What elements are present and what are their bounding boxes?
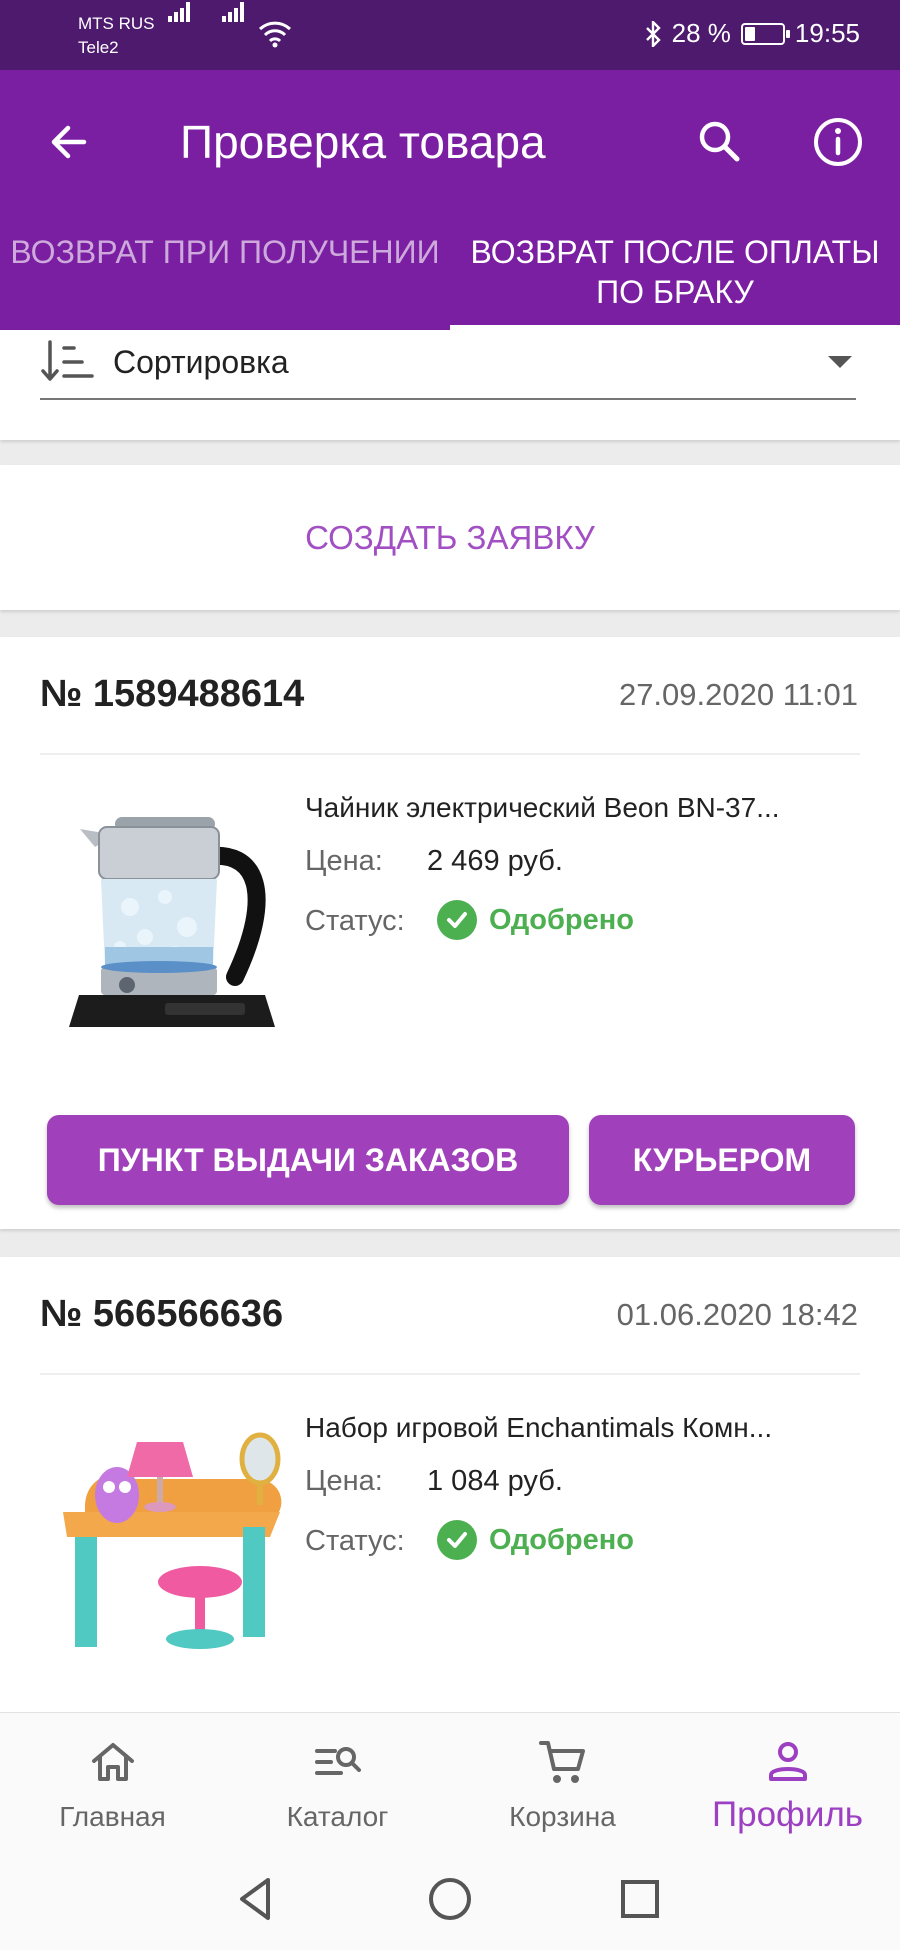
nav-label: Главная <box>59 1801 166 1832</box>
page-title: Проверка товара <box>180 116 546 168</box>
kettle-image[interactable] <box>55 787 295 1047</box>
order-number: № 1589488614 <box>40 673 305 715</box>
profile-icon <box>769 1742 807 1781</box>
order-number: № 566566636 <box>40 1293 284 1335</box>
bluetooth-icon <box>645 20 661 47</box>
order-card: № 566566636 01.06.2020 18:42 Набор игров… <box>0 1257 900 1717</box>
home-icon <box>92 1743 134 1781</box>
sort-icon <box>41 340 94 381</box>
order-date: 27.09.2020 11:01 <box>618 677 858 712</box>
app-bar: Проверка товара Возврат при получении Во… <box>0 70 900 330</box>
status-badge: Одобрено <box>437 900 634 940</box>
chevron-down-icon <box>828 356 852 368</box>
sort-label: Сортировка <box>113 344 289 380</box>
toy-vanity-set-image[interactable] <box>55 1407 295 1667</box>
info-button[interactable] <box>808 112 868 172</box>
cart-icon <box>539 1741 585 1783</box>
carrier-name-2: Tele2 <box>78 38 119 57</box>
search-button[interactable] <box>690 112 750 172</box>
status-badge: Одобрено <box>437 1520 634 1560</box>
search-icon <box>699 121 740 162</box>
divider <box>40 1373 860 1375</box>
tab-return-after-payment[interactable]: Возврат после оплаты по браку <box>450 232 900 330</box>
system-navigation-bar <box>0 1852 900 1950</box>
home-circle-icon[interactable] <box>425 1874 475 1924</box>
nav-profile[interactable]: Профиль <box>675 1713 900 1853</box>
sort-panel: Сортировка <box>0 330 900 440</box>
tab-return-on-receipt[interactable]: Возврат при получении <box>0 232 450 330</box>
arrow-left-icon <box>51 125 87 159</box>
bottom-navigation: Главная Каталог Корзина Профиль <box>0 1712 900 1852</box>
status-right: 28 % 19:55 <box>644 18 860 49</box>
nav-label: Каталог <box>286 1801 389 1832</box>
nav-home[interactable]: Главная <box>0 1713 225 1853</box>
nav-label: Корзина <box>509 1801 616 1832</box>
courier-button[interactable]: Курьером <box>589 1115 855 1205</box>
order-card: № 1589488614 27.09.2020 11:01 Чайник эле… <box>0 637 900 1229</box>
battery-percent: 28 % <box>671 18 731 48</box>
catalog-search-icon <box>315 1747 361 1775</box>
price-label: Цена: <box>305 845 383 877</box>
recents-square-icon[interactable] <box>615 1874 665 1924</box>
product-name[interactable]: Чайник электрический Beon BN-37... <box>305 792 825 824</box>
divider <box>40 753 860 755</box>
nav-cart[interactable]: Корзина <box>450 1713 675 1853</box>
carrier-info: MTS RUS Tele2 <box>78 12 155 60</box>
price-value: 1 084 руб. <box>427 1465 563 1497</box>
status-text: Одобрено <box>489 1523 634 1556</box>
product-name[interactable]: Набор игровой Enchantimals Комн... <box>305 1412 825 1444</box>
status-label: Статус: <box>305 905 405 937</box>
check-circle-icon <box>437 900 477 940</box>
status-bar: MTS RUS Tele2 28 % 19:55 <box>0 0 900 70</box>
nav-catalog[interactable]: Каталог <box>225 1713 450 1853</box>
status-label: Статус: <box>305 1525 405 1557</box>
pickup-point-button[interactable]: Пункт выдачи заказов <box>47 1115 569 1205</box>
price-value: 2 469 руб. <box>427 845 563 877</box>
order-date: 01.06.2020 18:42 <box>616 1297 858 1332</box>
status-text: Одобрено <box>489 903 634 936</box>
carrier-name-1: MTS RUS <box>78 14 155 33</box>
create-request-card: Создать заявку <box>0 465 900 610</box>
battery-icon <box>740 22 790 45</box>
clock: 19:55 <box>794 18 860 48</box>
info-icon <box>814 118 862 166</box>
sort-underline <box>40 398 856 400</box>
back-triangle-icon[interactable] <box>232 1874 282 1924</box>
back-button[interactable] <box>40 112 100 172</box>
price-label: Цена: <box>305 1465 383 1497</box>
wifi-icon <box>258 21 292 48</box>
create-request-button[interactable]: Создать заявку <box>0 465 900 610</box>
check-circle-icon <box>437 1520 477 1560</box>
nav-label: Профиль <box>711 1795 864 1834</box>
